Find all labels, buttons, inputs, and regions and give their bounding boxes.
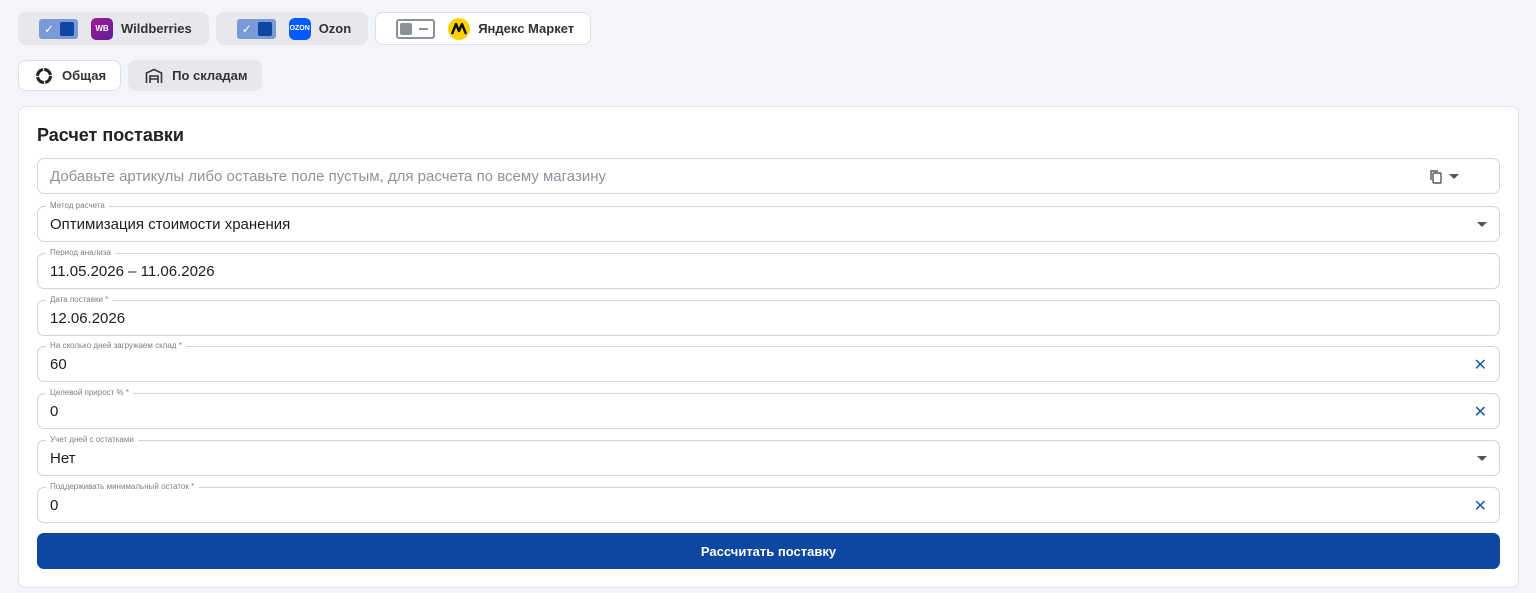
method-select[interactable]: Метод расчета Оптимизация стоимости хран… — [37, 201, 1500, 242]
stock-days-label: Учет дней с остатками — [46, 435, 138, 445]
yandex-market-logo-icon — [448, 17, 471, 40]
view-by-warehouses-label: По складам — [172, 68, 248, 83]
target-growth-value: 0 — [50, 403, 59, 420]
chevron-down-icon[interactable] — [1477, 222, 1487, 227]
ozon-logo-icon: OZON — [288, 17, 311, 40]
warehouse-icon — [145, 68, 163, 83]
min-stock-input[interactable]: Поддерживать минимальный остаток * 0 ✕ — [37, 482, 1500, 523]
target-growth-label: Целевой прирост % * — [46, 388, 134, 398]
marketplace-toggle-wildberries[interactable]: ✓ WB Wildberries — [18, 12, 209, 45]
delivery-date-label: Дата поставки * — [46, 295, 113, 305]
marketplace-toggle-ozon[interactable]: ✓ OZON Ozon — [215, 12, 369, 45]
stock-days-select[interactable]: Учет дней с остатками Нет — [37, 435, 1500, 476]
days-load-input[interactable]: На сколько дней загружаем склад * 60 ✕ — [37, 341, 1500, 382]
target-growth-input[interactable]: Целевой прирост % * 0 ✕ — [37, 388, 1500, 429]
method-value: Оптимизация стоимости хранения — [50, 216, 291, 233]
clear-icon[interactable]: ✕ — [1474, 496, 1487, 516]
copy-icon[interactable] — [1429, 169, 1443, 184]
view-general-button[interactable]: Общая — [18, 60, 122, 91]
clear-icon[interactable]: ✕ — [1474, 355, 1487, 375]
supply-calculation-card: Расчет поставки Добавьте артикулы либо о… — [18, 106, 1519, 588]
check-icon: ✓ — [241, 21, 252, 36]
marketplace-label: Ozon — [318, 21, 352, 36]
marketplace-toggle-yandex-market[interactable]: Яндекс Маркет — [375, 12, 592, 45]
period-label: Период анализа — [46, 248, 115, 258]
stock-days-value: Нет — [50, 450, 76, 467]
chevron-down-icon[interactable] — [1477, 456, 1487, 461]
card-title: Расчет поставки — [37, 125, 184, 145]
period-field[interactable]: Период анализа 11.05.2026 – 11.06.2026 — [37, 248, 1500, 289]
calculate-supply-button[interactable]: Рассчитать поставку — [37, 533, 1500, 569]
toggle-switch-on[interactable]: ✓ — [39, 18, 78, 39]
chevron-down-icon[interactable] — [1449, 174, 1459, 179]
period-value: 11.05.2026 – 11.06.2026 — [50, 263, 215, 280]
view-switch: Общая По складам — [18, 60, 263, 91]
toggle-switch-off[interactable] — [396, 18, 436, 39]
clear-icon[interactable]: ✕ — [1474, 402, 1487, 422]
days-load-value: 60 — [50, 356, 67, 373]
toggle-switch-on[interactable]: ✓ — [236, 18, 276, 39]
view-general-label: Общая — [62, 68, 107, 83]
marketplace-label: Wildberries — [121, 21, 192, 36]
method-label: Метод расчета — [46, 201, 109, 211]
check-icon: ✓ — [44, 21, 55, 36]
days-load-label: На сколько дней загружаем склад * — [46, 341, 186, 351]
min-stock-value: 0 — [50, 497, 59, 514]
wildberries-logo-icon: WB — [91, 17, 113, 40]
articles-placeholder: Добавьте артикулы либо оставьте поле пус… — [50, 168, 606, 185]
min-stock-label: Поддерживать минимальный остаток * — [46, 482, 199, 492]
donut-chart-icon — [36, 67, 52, 84]
marketplace-label: Яндекс Маркет — [478, 21, 575, 36]
marketplace-toggles: ✓ WB Wildberries ✓ OZON Ozon Яндекс Марк… — [18, 12, 592, 45]
articles-input[interactable]: Добавьте артикулы либо оставьте поле пус… — [37, 158, 1500, 194]
delivery-date-value: 12.06.2026 — [50, 310, 126, 327]
view-by-warehouses-button[interactable]: По складам — [128, 60, 263, 91]
delivery-date-field[interactable]: Дата поставки * 12.06.2026 — [37, 295, 1500, 336]
